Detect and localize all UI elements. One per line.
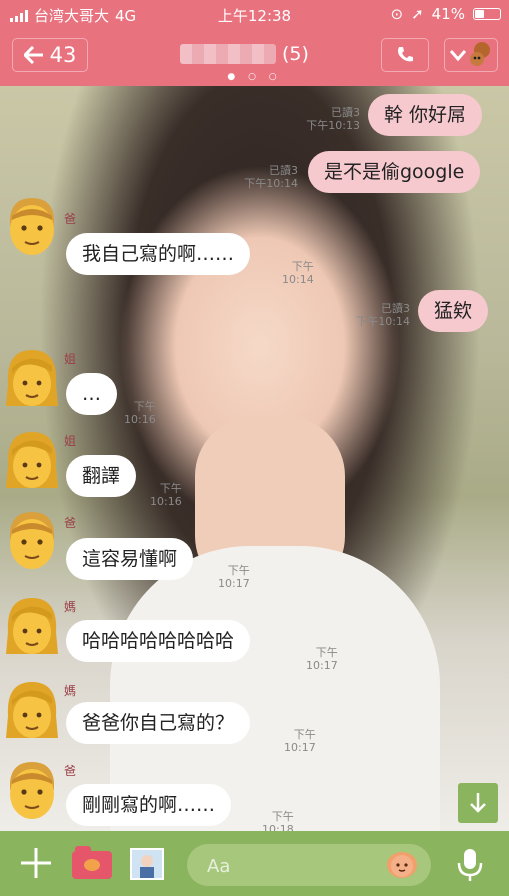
message-bubble[interactable]: 是不是偷google [308, 151, 481, 193]
message-time: 下午10:16 [150, 482, 182, 508]
unread-count: 43 [49, 43, 77, 67]
photo-icon[interactable] [130, 848, 164, 880]
arrow-left-icon [23, 46, 43, 64]
message-bubble[interactable]: 剛剛寫的啊…… [66, 784, 232, 826]
phone-icon [398, 47, 413, 62]
message-time: 下午10:17 [306, 646, 338, 672]
message-input-container[interactable] [187, 844, 431, 886]
message-time: 下午10:14 [244, 177, 298, 190]
chat-header: 43 (5) ● ○ ○ [0, 28, 509, 86]
read-receipt: 已讀3 [381, 302, 410, 315]
message-meta: 已讀3 下午10:14 [238, 164, 298, 190]
back-button[interactable]: 43 [12, 38, 88, 72]
woman-emoji-avatar[interactable] [2, 426, 62, 492]
dad-emoji-avatar[interactable] [2, 192, 62, 258]
status-bar: 台湾大哥大 4G 上午12:38 ⊙ ➚ 41% [0, 0, 509, 28]
dad-emoji-avatar[interactable] [2, 506, 62, 572]
woman-emoji-avatar[interactable] [2, 592, 62, 658]
microphone-icon[interactable] [455, 847, 485, 883]
message-time: 下午10:14 [356, 315, 410, 328]
dad-emoji-avatar[interactable] [2, 756, 62, 822]
menu-button[interactable] [444, 38, 498, 72]
message-time: 下午10:14 [282, 260, 314, 286]
battery-percent: 41% [431, 5, 465, 23]
read-receipt: 已讀3 [269, 164, 298, 177]
member-count: (5) [282, 43, 309, 65]
sender-name: 媽 [64, 600, 77, 614]
message-bubble[interactable]: 我自己寫的啊…… [66, 233, 251, 275]
sender-name: 姐 [64, 434, 77, 448]
message-bubble[interactable]: 猛欸 [418, 290, 489, 332]
sender-name: 爸 [64, 212, 77, 226]
message-time: 下午10:17 [284, 728, 316, 754]
group-title[interactable]: (5) [180, 40, 350, 68]
sender-name: 爸 [64, 516, 77, 530]
woman-emoji-avatar[interactable] [2, 344, 62, 410]
photo-thumbnail-icon [132, 850, 162, 878]
message-bubble[interactable]: 這容易懂啊 [66, 538, 194, 580]
composer-bar [0, 831, 509, 896]
sender-name: 媽 [64, 684, 77, 698]
sender-name: 姐 [64, 352, 77, 366]
plus-icon[interactable] [18, 845, 54, 881]
message-bubble[interactable]: 哈哈哈哈哈哈哈哈 [66, 620, 251, 662]
battery-icon [473, 8, 501, 20]
message-time: 下午10:17 [218, 564, 250, 590]
message-time: 下午10:18 [262, 810, 294, 831]
location-icon: ➚ [411, 5, 424, 23]
clock: 上午12:38 [217, 7, 292, 25]
blurred-group-name [180, 44, 276, 64]
sticker-face-icon [391, 855, 413, 877]
sticker-icon[interactable] [387, 852, 417, 878]
squirrel-avatar-icon [470, 42, 490, 66]
read-receipt: 已讀3 [331, 106, 360, 119]
orientation-lock-icon: ⊙ [390, 5, 404, 23]
message-meta: 已讀3 下午10:13 [300, 106, 360, 132]
message-bubble[interactable]: … [66, 373, 117, 415]
folder-icon[interactable] [72, 846, 112, 879]
message-meta: 已讀3 下午10:14 [350, 302, 410, 328]
chat-area[interactable]: 已讀3 下午10:13 幹 你好屌 已讀3 下午10:14 是不是偷google… [0, 86, 509, 831]
sender-name: 爸 [64, 764, 77, 778]
scroll-to-bottom-button[interactable] [458, 783, 498, 823]
arrow-down-icon [470, 793, 486, 813]
message-bubble[interactable]: 爸爸你自己寫的？ [66, 702, 251, 744]
message-time: 下午10:13 [306, 119, 360, 132]
message-input[interactable] [205, 852, 379, 880]
message-time: 下午10:16 [124, 400, 156, 426]
call-button[interactable] [381, 38, 429, 72]
page-indicator: ● ○ ○ [227, 72, 282, 82]
message-bubble[interactable]: 幹 你好屌 [368, 94, 483, 136]
woman-emoji-avatar[interactable] [2, 676, 62, 742]
message-bubble[interactable]: 翻譯 [66, 455, 137, 497]
chevron-down-icon [450, 50, 466, 61]
